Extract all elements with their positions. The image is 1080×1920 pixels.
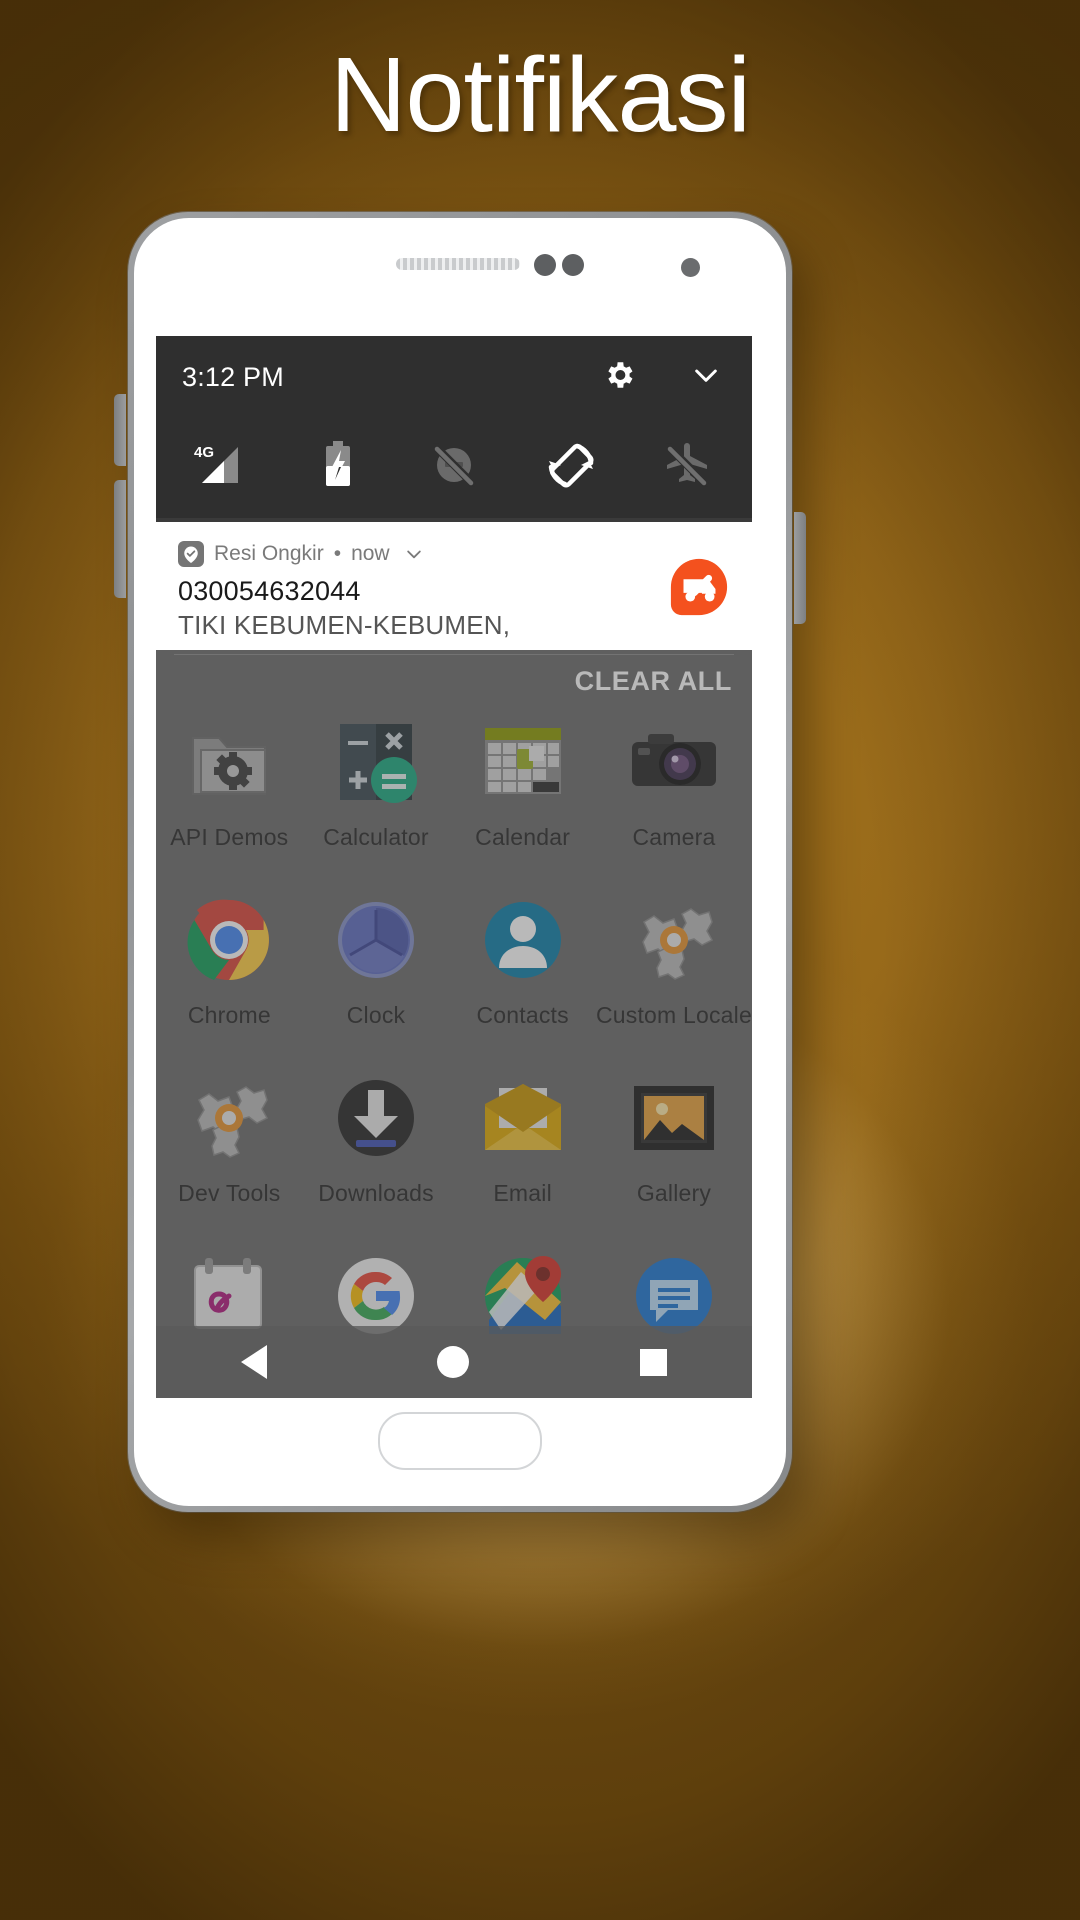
notification-header: Resi Ongkir • now [178,540,730,568]
quick-settings-shade: 3:12 PM 4G [156,336,752,522]
shade-divider [174,654,734,655]
app-label: Camera [632,824,716,850]
notification-title: 030054632044 [178,576,361,606]
home-hardware-button[interactable] [378,1412,542,1470]
navigation-bar [156,1326,752,1398]
app-label: Gallery [636,1180,712,1206]
gear-icon[interactable] [602,358,636,397]
recents-square-icon[interactable] [639,1348,667,1376]
app-label: API Demos [170,824,289,850]
notification-separator: • [333,542,342,565]
svg-text:4G: 4G [194,444,214,461]
notification-card[interactable]: Resi Ongkir • now 030054632044 TIKI KEBU… [156,522,752,650]
phone-body: CLEAR ALL API Demos Calculator Calendar … [134,218,786,1506]
calculator-icon [330,716,422,808]
status-bar-actions [602,358,722,397]
app-item-downloads[interactable]: Downloads [303,1058,450,1236]
download-icon [330,1072,422,1164]
chrome-icon [183,894,275,986]
app-item-calendar[interactable]: Calendar [449,702,596,880]
app-label: Dev Tools [178,1180,281,1206]
app-label: Chrome [187,1002,271,1028]
airplane-mode-off-icon[interactable] [656,434,718,496]
email-envelope-icon: @ [477,1072,569,1164]
app-label: Custom Locale [595,1002,752,1028]
phone-screen: CLEAR ALL API Demos Calculator Calendar … [156,336,752,1398]
light-sensor-icon [562,254,584,276]
app-item-email[interactable]: @ Email [449,1058,596,1236]
auto-rotate-icon[interactable] [540,434,602,496]
status-clock: 3:12 PM [182,361,284,392]
clear-all-button[interactable]: CLEAR ALL [575,666,732,697]
app-item-dev-tools[interactable]: Dev Tools [156,1058,303,1236]
volume-down-button[interactable] [114,480,126,598]
proximity-sensor-icon [534,254,556,276]
chevron-down-icon[interactable] [690,359,722,396]
notification-body: TIKI KEBUMEN-KEBUMEN, [178,610,511,640]
contacts-icon [477,894,569,986]
chevron-down-icon[interactable] [404,544,424,564]
page-title: Notifikasi [329,36,751,154]
phone-device-frame: CLEAR ALL API Demos Calculator Calendar … [114,212,806,1512]
calendar-icon [477,716,569,808]
camera-icon [628,716,720,808]
front-camera-icon [681,258,700,277]
app-item-camera[interactable]: Camera [596,702,752,880]
gears-locale-icon [628,894,720,986]
signal-4g-icon[interactable]: 4G [190,434,252,496]
clock-icon [330,894,422,986]
quick-settings-icons: 4G [156,418,752,518]
app-label: Calculator [323,824,429,850]
earpiece-speaker [396,258,520,270]
app-label: Email [493,1180,552,1206]
home-circle-icon[interactable] [437,1346,470,1378]
app-item-clock[interactable]: Clock [303,880,450,1058]
notification-app-name: Resi Ongkir [214,542,324,565]
folder-gear-icon [183,716,275,808]
power-button[interactable] [794,512,806,624]
do-not-disturb-off-icon[interactable] [423,434,485,496]
app-label: Calendar [475,824,571,850]
app-item-chrome[interactable]: Chrome [156,880,303,1058]
app-item-contacts[interactable]: Contacts [449,880,596,1058]
notification-time: now [351,542,390,565]
app-item-gallery[interactable]: Gallery [596,1058,752,1236]
back-triangle-icon[interactable] [241,1345,268,1379]
delivery-check-pin-icon [668,556,730,618]
app-item-calculator[interactable]: Calculator [303,702,450,880]
app-label: Contacts [476,1002,569,1028]
status-bar-row: 3:12 PM [156,336,752,418]
battery-charging-icon[interactable] [307,434,369,496]
app-item-custom-locale[interactable]: Custom Locale [596,880,752,1058]
app-label: Clock [346,1002,406,1028]
gallery-photo-icon [628,1072,720,1164]
app-item-api-demos[interactable]: API Demos [156,702,303,880]
volume-up-button[interactable] [114,394,126,466]
app-grid: API Demos Calculator Calendar Camera Chr… [156,702,752,1398]
app-label: Downloads [318,1180,434,1206]
gears-devtools-icon [183,1072,275,1164]
app-drawer: CLEAR ALL API Demos Calculator Calendar … [156,640,752,1398]
notification-app-badge-icon [178,541,204,567]
